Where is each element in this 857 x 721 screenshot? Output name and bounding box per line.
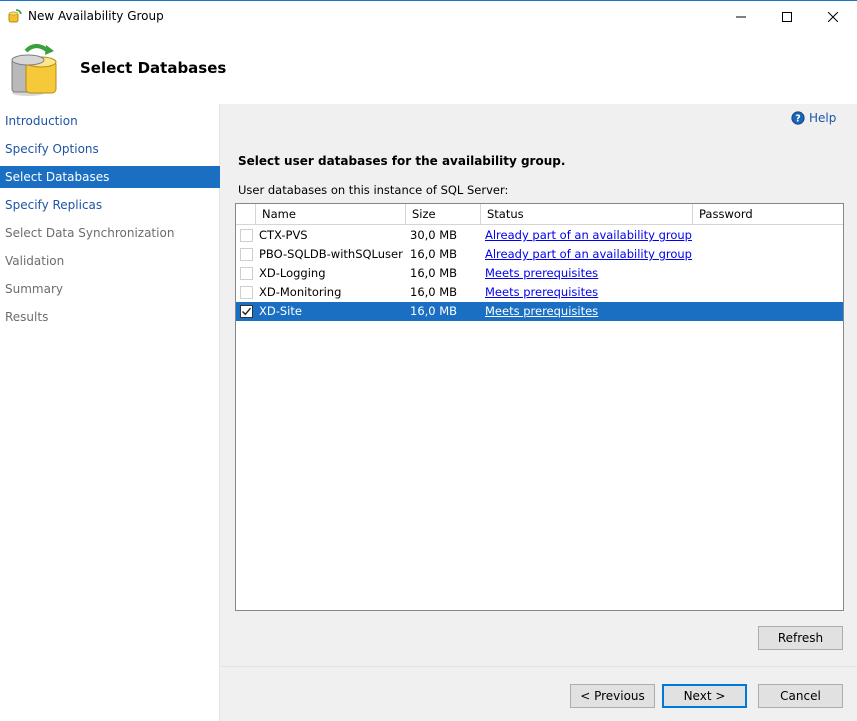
minimize-icon <box>736 16 746 17</box>
row-checkbox[interactable] <box>240 305 253 318</box>
wizard-nav: Introduction Specify Options Select Data… <box>0 104 220 721</box>
database-name: XD-Monitoring <box>259 285 342 299</box>
maximize-button[interactable] <box>764 1 810 32</box>
status-link[interactable]: Already part of an availability group <box>485 245 692 264</box>
nav-item-specify-options[interactable]: Specify Options <box>0 138 220 160</box>
status-link[interactable]: Meets prerequisites <box>485 264 598 283</box>
wizard-header: Select Databases <box>0 31 857 104</box>
nav-item-select-data-synchronization: Select Data Synchronization <box>5 226 175 240</box>
row-checkbox[interactable] <box>240 267 253 280</box>
database-name: XD-Site <box>259 304 302 318</box>
window-title: New Availability Group <box>28 9 164 23</box>
help-icon: ? <box>791 111 805 125</box>
grid-header: Name Size Status Password <box>236 204 843 225</box>
database-name: XD-Logging <box>259 266 326 280</box>
nav-item-introduction[interactable]: Introduction <box>0 110 220 132</box>
refresh-button[interactable]: Refresh <box>758 626 843 650</box>
table-row[interactable]: CTX-PVS 30,0 MB Already part of an avail… <box>236 226 843 245</box>
column-header-size[interactable]: Size <box>406 204 481 225</box>
footer-divider <box>221 666 857 667</box>
status-link[interactable]: Meets prerequisites <box>485 302 598 321</box>
close-button[interactable] <box>810 1 856 32</box>
column-header-check <box>236 204 256 225</box>
row-checkbox[interactable] <box>240 248 253 261</box>
database-size: 16,0 MB <box>410 304 458 318</box>
instruction-text: Select user databases for the availabili… <box>238 154 566 168</box>
column-header-name[interactable]: Name <box>256 204 406 225</box>
database-grid[interactable]: Name Size Status Password CTX-PVS 30,0 M… <box>235 203 844 611</box>
page-title: Select Databases <box>80 59 227 77</box>
help-label: Help <box>809 111 837 125</box>
column-header-password[interactable]: Password <box>693 204 843 225</box>
database-size: 16,0 MB <box>410 247 458 261</box>
database-size: 16,0 MB <box>410 285 458 299</box>
database-size: 30,0 MB <box>410 228 458 242</box>
availability-group-icon <box>8 9 22 23</box>
main-panel: ? Help Select user databases for the ava… <box>221 104 857 721</box>
close-icon <box>828 11 838 22</box>
nav-item-select-databases[interactable]: Select Databases <box>0 166 220 188</box>
nav-item-results: Results <box>5 310 49 324</box>
row-checkbox[interactable] <box>240 229 253 242</box>
title-bar: New Availability Group <box>0 0 857 31</box>
status-link[interactable]: Already part of an availability group <box>485 226 692 245</box>
row-checkbox[interactable] <box>240 286 253 299</box>
minimize-button[interactable] <box>718 1 764 32</box>
maximize-icon <box>782 11 792 22</box>
nav-item-specify-replicas[interactable]: Specify Replicas <box>0 194 220 216</box>
column-header-status[interactable]: Status <box>481 204 693 225</box>
table-row[interactable]: XD-Monitoring 16,0 MB Meets prerequisite… <box>236 283 843 302</box>
next-button[interactable]: Next > <box>662 684 747 708</box>
nav-item-summary: Summary <box>5 282 63 296</box>
database-size: 16,0 MB <box>410 266 458 280</box>
grid-label: User databases on this instance of SQL S… <box>238 183 509 197</box>
table-row[interactable]: XD-Logging 16,0 MB Meets prerequisites <box>236 264 843 283</box>
database-name: PBO-SQLDB-withSQLuser <box>259 247 403 261</box>
table-row[interactable]: XD-Site 16,0 MB Meets prerequisites <box>236 302 843 321</box>
cancel-button[interactable]: Cancel <box>758 684 843 708</box>
table-row[interactable]: PBO-SQLDB-withSQLuser 16,0 MB Already pa… <box>236 245 843 264</box>
database-sync-icon <box>11 44 57 96</box>
svg-text:?: ? <box>795 114 801 125</box>
database-name: CTX-PVS <box>259 228 308 242</box>
checkmark-icon <box>242 307 252 316</box>
status-link[interactable]: Meets prerequisites <box>485 283 598 302</box>
help-link[interactable]: ? Help <box>791 111 836 125</box>
nav-item-validation: Validation <box>5 254 65 268</box>
previous-button[interactable]: < Previous <box>570 684 655 708</box>
